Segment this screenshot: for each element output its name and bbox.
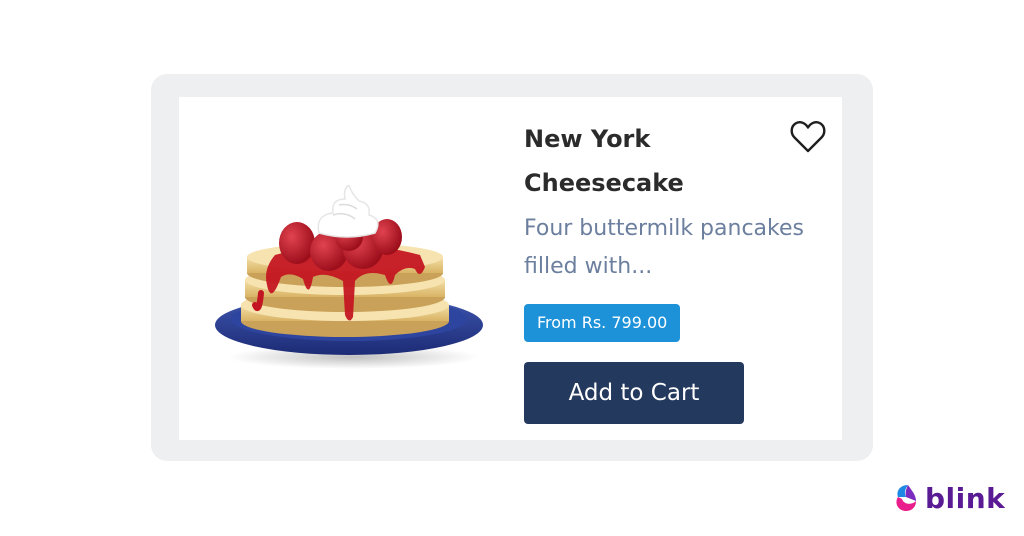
heart-outline-icon[interactable] (789, 119, 827, 155)
product-description: Four buttermilk pancakes filled with... (524, 216, 804, 279)
blink-logo-icon (896, 485, 916, 511)
brand-logo: blink (892, 481, 1005, 517)
product-image (215, 185, 491, 371)
brand-name: blink (925, 482, 1006, 515)
product-title: New York Cheesecake (524, 125, 684, 197)
price-badge: From Rs. 799.00 (524, 304, 681, 342)
add-to-cart-button[interactable]: Add to Cart (524, 362, 744, 424)
pancakes-illustration (215, 185, 483, 369)
product-card: New York Cheesecake Four buttermilk panc… (179, 97, 842, 440)
